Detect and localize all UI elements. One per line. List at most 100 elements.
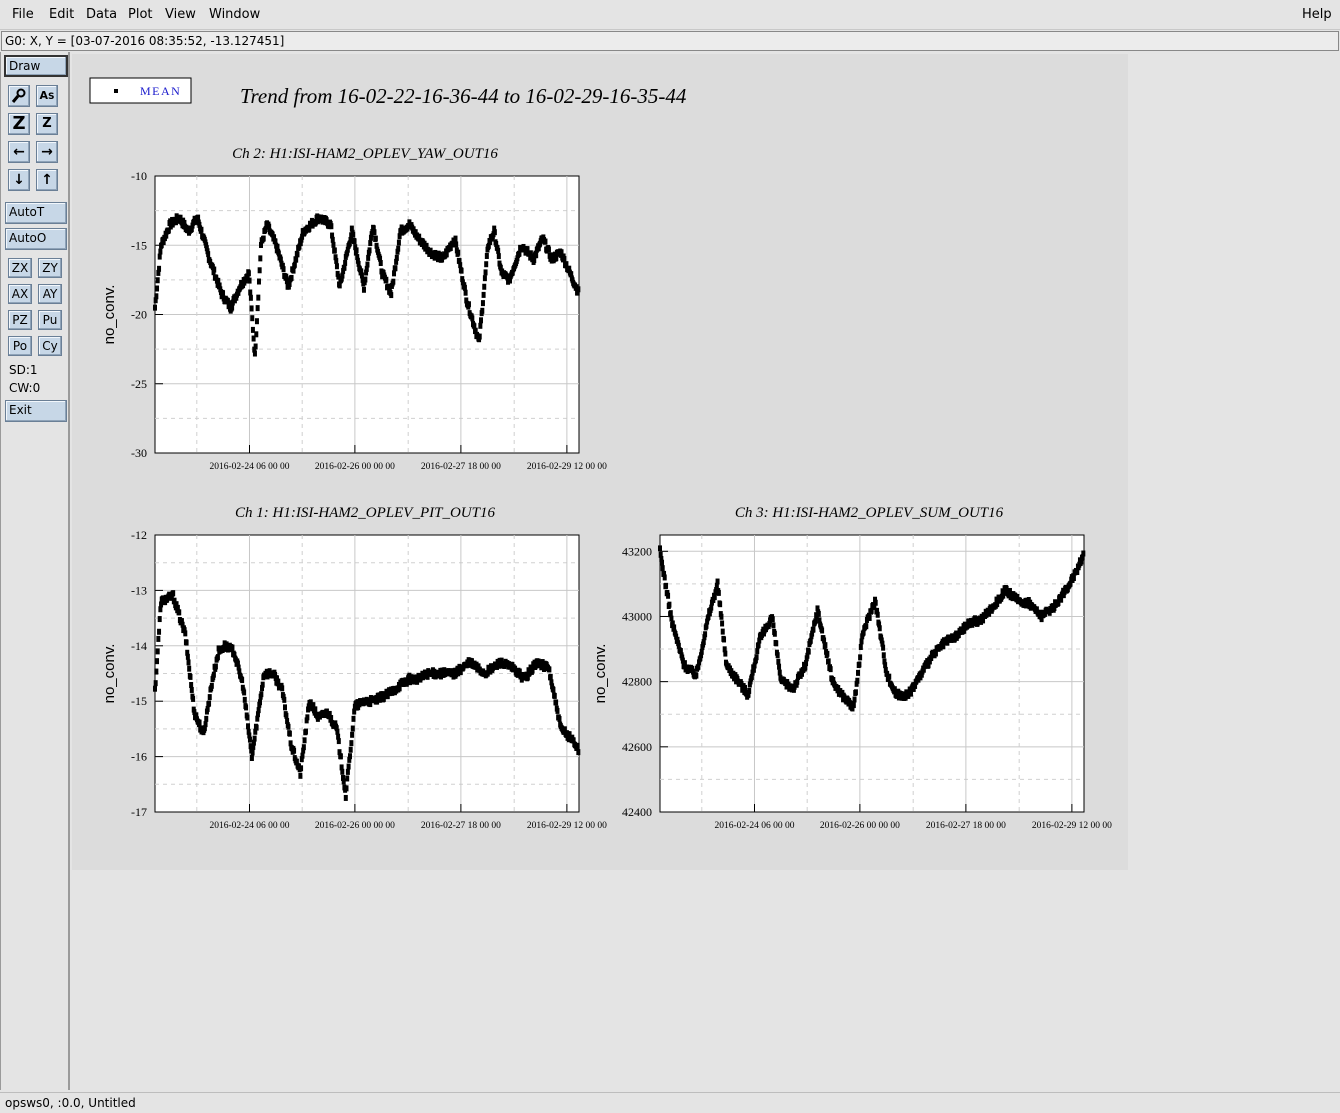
- data-point: [158, 248, 163, 255]
- zx-button[interactable]: ZX: [8, 258, 32, 278]
- data-point: [247, 736, 252, 743]
- chart-1: Ch 2: H1:ISI-HAM2_OPLEV_YAW_OUT16 no_conv…: [101, 146, 607, 472]
- data-point: [281, 266, 286, 273]
- data-point: [496, 253, 501, 260]
- data-point: [777, 663, 782, 670]
- x-tick-label: 2016-02-29 12 00 00: [527, 462, 607, 472]
- data-point: [373, 235, 378, 242]
- zoom-in-icon[interactable]: Z: [8, 113, 30, 135]
- data-point: [157, 265, 162, 272]
- ay-button[interactable]: AY: [38, 284, 62, 304]
- arrow-down-icon[interactable]: ↓: [8, 169, 30, 191]
- data-point: [350, 731, 355, 738]
- data-point: [562, 256, 567, 263]
- data-point: [154, 293, 159, 300]
- data-point: [478, 322, 483, 329]
- arrow-left-icon[interactable]: ←: [8, 141, 30, 163]
- data-point: [256, 294, 261, 301]
- data-point: [282, 696, 287, 703]
- data-point: [816, 610, 821, 617]
- data-point: [187, 665, 192, 672]
- pz-button[interactable]: PZ: [8, 310, 32, 330]
- data-point: [252, 350, 257, 357]
- data-point: [245, 714, 250, 721]
- data-point: [664, 582, 669, 589]
- data-point: [204, 715, 209, 722]
- x-tick-label: 2016-02-29 12 00 00: [1032, 821, 1112, 831]
- magnifier-icon[interactable]: [8, 85, 30, 107]
- data-point: [203, 721, 208, 728]
- data-point: [396, 239, 401, 246]
- plot-area[interactable]: MEAN Trend from 16-02-22-16-36-44 to 16-…: [72, 54, 1128, 870]
- data-point: [295, 251, 300, 258]
- chart-3: Ch 3: H1:ISI-HAM2_OPLEV_SUM_OUT16 no_conv…: [592, 505, 1112, 831]
- plot-canvas[interactable]: MEAN Trend from 16-02-22-16-36-44 to 16-…: [72, 54, 1128, 870]
- data-point: [207, 700, 212, 707]
- zy-button[interactable]: ZY: [38, 258, 62, 278]
- menu-plot[interactable]: Plot: [128, 7, 153, 22]
- data-point: [292, 261, 297, 268]
- menu-edit[interactable]: Edit: [49, 7, 74, 22]
- data-point: [213, 663, 218, 670]
- autoscale-text-icon[interactable]: AS: [36, 85, 58, 107]
- data-point: [755, 648, 760, 655]
- menu-view[interactable]: View: [165, 7, 196, 22]
- x-tick-label: 2016-02-26 00 00 00: [315, 462, 395, 472]
- data-point: [484, 252, 489, 259]
- data-point: [555, 707, 560, 714]
- data-point: [289, 274, 294, 281]
- exit-button[interactable]: Exit: [5, 400, 67, 422]
- auto-o-button[interactable]: AutoO: [5, 228, 67, 250]
- data-point: [482, 275, 487, 282]
- data-point: [155, 648, 160, 655]
- x-tick-label: 2016-02-27 18 00 00: [421, 462, 501, 472]
- cursor-readout: G0: X, Y = [03-07-2016 08:35:52, -13.127…: [1, 31, 1339, 51]
- data-point: [881, 644, 886, 651]
- data-point: [864, 623, 869, 630]
- data-point: [466, 301, 471, 308]
- data-point: [343, 794, 348, 801]
- y-tick-label: -10: [131, 169, 147, 183]
- data-point: [397, 685, 402, 692]
- menu-help[interactable]: Help: [1302, 7, 1332, 22]
- menu-file[interactable]: File: [12, 7, 34, 22]
- data-point: [662, 574, 667, 581]
- data-point: [280, 685, 285, 692]
- x-tick-label: 2016-02-24 06 00 00: [210, 821, 290, 831]
- y-tick-label: 43000: [622, 609, 652, 623]
- draw-button[interactable]: Draw: [4, 55, 68, 77]
- data-point: [252, 735, 257, 742]
- arrow-right-icon[interactable]: →: [36, 141, 58, 163]
- data-point: [482, 283, 487, 290]
- data-point: [771, 622, 776, 629]
- pu-button[interactable]: Pu: [38, 310, 62, 330]
- ax-button[interactable]: AX: [8, 284, 32, 304]
- data-point: [557, 715, 562, 722]
- menu-window[interactable]: Window: [209, 7, 260, 22]
- data-point: [347, 753, 352, 760]
- data-point: [157, 616, 162, 623]
- data-point: [258, 255, 263, 262]
- data-point: [302, 737, 307, 744]
- data-point: [576, 286, 581, 293]
- zoom-out-icon[interactable]: Z: [36, 113, 58, 135]
- data-point: [352, 238, 357, 245]
- data-point: [257, 267, 262, 274]
- data-point: [718, 601, 723, 608]
- data-point: [303, 728, 308, 735]
- auto-t-button[interactable]: AutoT: [5, 202, 67, 224]
- data-point: [484, 261, 489, 268]
- data-point: [551, 686, 556, 693]
- cy-button[interactable]: Cy: [38, 336, 62, 356]
- data-point: [856, 669, 861, 676]
- data-point: [496, 247, 501, 254]
- data-point: [389, 292, 394, 299]
- menu-data[interactable]: Data: [86, 7, 117, 22]
- data-point: [244, 704, 249, 711]
- arrow-up-icon[interactable]: ↑: [36, 169, 58, 191]
- data-point: [372, 229, 377, 236]
- data-point: [336, 738, 341, 745]
- data-point: [481, 291, 486, 298]
- data-point: [334, 263, 339, 270]
- po-button[interactable]: Po: [8, 336, 32, 356]
